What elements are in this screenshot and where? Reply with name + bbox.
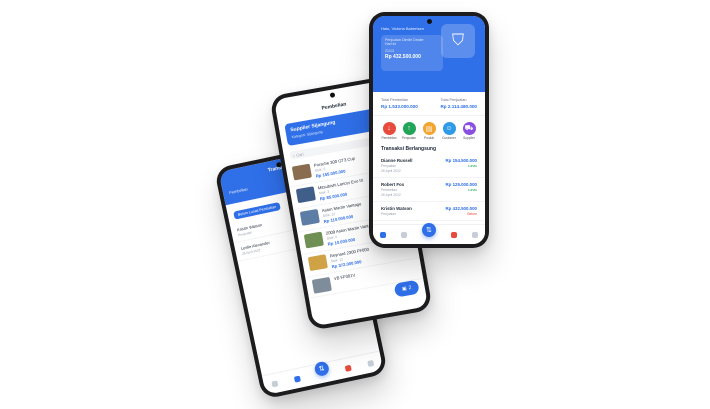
total-penjualan: Total Penjualan Rp 2.114.480.000 (440, 98, 477, 109)
transaction-row[interactable]: Kristin Watson Penjualan Rp 432.500.000 Bel… (373, 202, 485, 221)
nav-report-icon[interactable] (450, 231, 457, 238)
action-supplier[interactable]: ⛟ Supplier (461, 122, 477, 140)
item-info: Kristin Watson Penjualan (237, 222, 264, 237)
status-badge: Lunas (467, 188, 477, 192)
action-penjualan[interactable]: ↑ Penjualan (401, 122, 417, 140)
total-penjualan-label: Total Penjualan (440, 98, 467, 102)
car-thumbnail (299, 208, 320, 226)
transaction-date: 26 April 2022 (381, 169, 401, 173)
box-icon: ▤ (422, 122, 436, 135)
cart-button[interactable]: ▣ 2 (393, 279, 420, 298)
product-info: Aston Martin Vantage Stok: 12 Rp 110.000.0… (321, 201, 363, 224)
nav-transaksi-icon[interactable] (293, 375, 301, 383)
product-info: Porsche 300 GT3 Cup Stok: 5 Rp 155.000.000 (313, 156, 357, 179)
product-info: Reynard 2300 FF000 Stok: 12 Rp 372.000.000 (329, 247, 371, 270)
transaction-info: Robert Fox Pembelian 26 April 2022 (381, 182, 404, 197)
action-label: Customer (442, 136, 456, 140)
action-label: Pembelian (381, 136, 397, 140)
card-date: 21/13 (385, 49, 394, 53)
quick-actions: ↓ Pembelian ↑ Penjualan ▤ Produk ☺ Customer ⛟ Sup… (373, 116, 485, 142)
swap-icon[interactable]: ⇅ (313, 360, 330, 377)
transaction-amount: Rp 154.500.000 (445, 158, 478, 163)
car-thumbnail (303, 231, 324, 249)
totals-summary: Total Pembelian Rp 1.533.000.000 Total P… (373, 92, 485, 116)
product-info: VB FF001V (333, 272, 357, 290)
transaction-name: Robert Fox (381, 182, 405, 187)
user-icon: ☺ (442, 122, 456, 135)
transaction-name: Kristin Watson (381, 206, 412, 211)
product-name: VB FF001V (333, 272, 356, 282)
truck-icon: ⛟ (462, 122, 476, 135)
search-placeholder: Cari (295, 151, 304, 158)
transaction-type: Penjualan (381, 212, 397, 216)
mockup-stage: Transaksi Pembelian Belum Lunas Pembelia… (0, 0, 710, 409)
transaction-info: Kristin Watson Penjualan (381, 206, 412, 216)
nav-profile-icon[interactable] (366, 359, 374, 367)
status-badge: Belum (467, 212, 477, 216)
transaction-row[interactable]: Dianne Russell Penjualan 26 April 2022 Rp 1… (373, 154, 485, 178)
action-produk[interactable]: ▤ Produk (421, 122, 437, 140)
total-pembelian: Total Pembelian Rp 1.533.000.000 (381, 98, 418, 109)
nav-report-icon[interactable] (344, 364, 353, 372)
transaction-row[interactable]: Robert Fox Pembelian 26 April 2022 Rp 125.0… (373, 178, 485, 202)
arrow-up-icon: ↑ (402, 122, 416, 135)
screen-dashboard: Halo, Victoria Babertsen Penjualan Dimit… (373, 16, 485, 244)
car-thumbnail (295, 186, 316, 204)
transaction-info: Dianne Russell Penjualan 26 April 2022 (381, 158, 412, 173)
transaction-meta: Rp 154.500.000 Lunas (446, 158, 478, 173)
action-label: Supplier (463, 136, 475, 140)
action-customer[interactable]: ☺ Customer (441, 122, 457, 140)
section-title: Transaksi Berlangsung (381, 146, 437, 152)
total-penjualan-value: Rp 2.114.480.000 (440, 104, 477, 109)
shopping-bag-icon: ⛉ (441, 24, 475, 58)
transaction-date: 26 April 2022 (381, 193, 401, 197)
car-thumbnail (311, 276, 332, 294)
total-pembelian-value: Rp 1.533.000.000 (381, 104, 418, 109)
action-pembelian[interactable]: ↓ Pembelian (381, 122, 397, 140)
card-sub: Hari ini (385, 42, 397, 46)
bag-icon: ▣ (401, 285, 408, 293)
transaction-list: Dianne Russell Penjualan 26 April 2022 Rp 1… (373, 154, 485, 221)
sales-card[interactable]: Penjualan Dimitri Dealer Hari ini 21/13 … (381, 35, 443, 71)
nav-profile-icon[interactable] (471, 231, 478, 238)
cart-count: 2 (408, 284, 412, 292)
action-label: Produk (423, 136, 435, 140)
total-pembelian-label: Total Pembelian (381, 98, 409, 102)
nav-home-icon[interactable] (380, 231, 387, 238)
transaction-name: Dianne Russell (381, 158, 413, 163)
swap-icon[interactable]: ⇅ (421, 222, 436, 237)
status-badge: Lunas (467, 164, 477, 168)
transaction-meta: Rp 125.000.000 Lunas (446, 182, 478, 197)
camera-notch (426, 19, 432, 24)
car-thumbnail (307, 254, 328, 272)
bottom-nav: ⇅ (261, 350, 384, 395)
dashboard-header: Halo, Victoria Babertsen Penjualan Dimit… (373, 16, 485, 92)
transaction-meta: Rp 432.500.000 Belum (446, 206, 478, 216)
action-label: Penjualan (401, 136, 417, 140)
arrow-down-icon: ↓ (382, 122, 396, 135)
transaction-amount: Rp 432.500.000 (445, 206, 478, 211)
card-amount: Rp 432.500.000 (385, 54, 421, 60)
item-info: Leslie Alexander 26 April 2022 (240, 240, 271, 256)
transaction-type: Pembelian (381, 188, 398, 192)
transaction-type: Penjualan (381, 164, 397, 168)
phone-dashboard: Halo, Victoria Babertsen Penjualan Dimit… (369, 12, 489, 248)
bottom-nav: ⇅ (373, 222, 485, 244)
nav-home-icon[interactable] (271, 379, 279, 387)
transaction-amount: Rp 125.000.000 (445, 182, 478, 187)
car-thumbnail (291, 163, 312, 181)
nav-transaksi-icon[interactable] (401, 231, 408, 238)
